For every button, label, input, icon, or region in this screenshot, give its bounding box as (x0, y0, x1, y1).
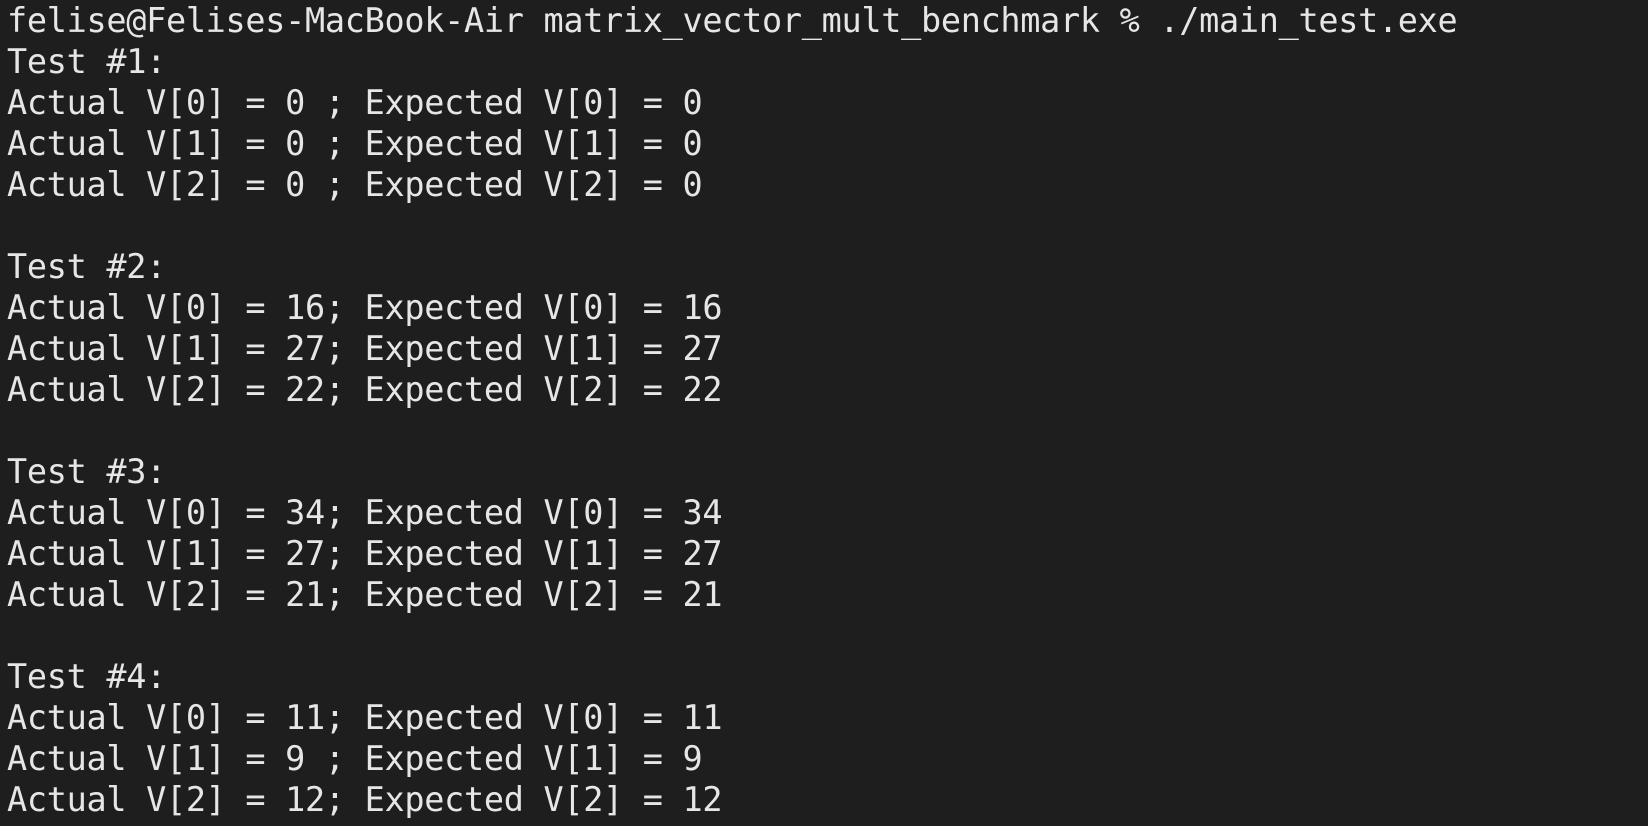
output-line: Actual V[1] = 27; Expected V[1] = 27 (7, 534, 723, 573)
output-line: Actual V[2] = 21; Expected V[2] = 21 (7, 575, 723, 614)
output-line: Actual V[1] = 0 ; Expected V[1] = 0 (7, 124, 703, 163)
test-3-header: Test #3: (7, 452, 166, 491)
prompt-line: felise@Felises-MacBook-Air matrix_vector… (7, 1, 1458, 40)
test-2-header: Test #2: (7, 247, 166, 286)
output-line: Actual V[0] = 0 ; Expected V[0] = 0 (7, 83, 703, 122)
output-line: Actual V[1] = 9 ; Expected V[1] = 9 (7, 739, 703, 778)
output-line: Actual V[2] = 0 ; Expected V[2] = 0 (7, 165, 703, 204)
output-line: Actual V[0] = 34; Expected V[0] = 34 (7, 493, 723, 532)
output-line: Actual V[2] = 22; Expected V[2] = 22 (7, 370, 723, 409)
terminal-window[interactable]: felise@Felises-MacBook-Air matrix_vector… (0, 0, 1648, 826)
test-4-header: Test #4: (7, 657, 166, 696)
test-1-header: Test #1: (7, 42, 166, 81)
output-line: Actual V[2] = 12; Expected V[2] = 12 (7, 780, 723, 819)
output-line: Actual V[0] = 11; Expected V[0] = 11 (7, 698, 723, 737)
output-line: Actual V[1] = 27; Expected V[1] = 27 (7, 329, 723, 368)
output-line: Actual V[0] = 16; Expected V[0] = 16 (7, 288, 723, 327)
